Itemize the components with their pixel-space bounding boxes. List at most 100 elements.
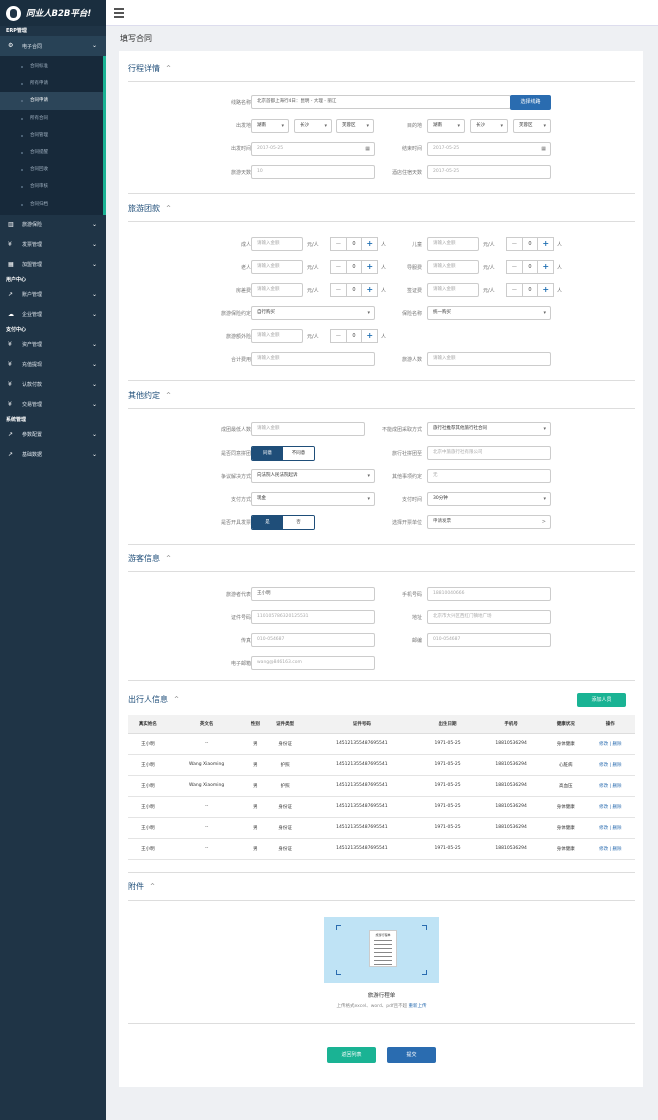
sidebar-subitem[interactable]: 合同管理 [0, 127, 103, 144]
origin-city-select[interactable]: 长沙 [294, 119, 332, 133]
end-label: 结束时间 [401, 146, 422, 152]
extra-amount-input[interactable]: 请输入金额 [251, 329, 303, 343]
unit-select[interactable]: 申请发票 > [427, 515, 551, 529]
sidebar-item[interactable]: ↗ 账户管理 ⌄ [0, 285, 106, 305]
sidebar-item[interactable]: ¥ 资产管理 ⌄ [0, 335, 106, 355]
guest-section-title[interactable]: 游客信息 ^ [128, 553, 171, 564]
sidebar-item[interactable]: ¥ 充值提现 ⌄ [0, 355, 106, 375]
total-input[interactable]: 请输入金额 [251, 352, 375, 366]
ins-name-label: 保险名称 [401, 311, 422, 317]
dest-city-select[interactable]: 长沙 [470, 119, 508, 133]
email-input[interactable]: wang@846163.com [251, 656, 375, 670]
count-stepper[interactable]: —0 + [506, 283, 554, 297]
sidebar-item-label: 电子合同 [22, 43, 43, 50]
sidebar-subitem[interactable]: 合同标准 [0, 58, 103, 75]
add-traveler-button[interactable]: 添加人员 [577, 693, 626, 707]
table-cell: 男 [245, 733, 266, 755]
dispute-select[interactable]: 向法院人民法院起诉 [251, 469, 375, 483]
count-stepper[interactable]: —0 + [506, 237, 554, 251]
group-section-title[interactable]: 旅游团款 ^ [128, 203, 171, 214]
merge-toggle[interactable]: 同意 不同意 [251, 446, 315, 461]
fee-label: 房差费 [235, 288, 251, 294]
fee-amount-input[interactable]: 请输入金额 [251, 283, 303, 297]
select-route-button[interactable]: 选择线路 [510, 95, 551, 110]
table-cell: 王小明 [128, 817, 168, 839]
sidebar-subitem[interactable]: 合同归档 [0, 196, 103, 213]
table-row: 王小明 -- 男身份证 145121355487695541 1971-05-25 188… [128, 817, 635, 839]
fee-amount-input[interactable]: 请输入金额 [251, 237, 303, 251]
row-actions[interactable]: 修改 | 删除 [585, 733, 635, 755]
extra-count-stepper[interactable]: —0 + [330, 329, 378, 343]
sidebar-item[interactable]: ¥ 认款付款 ⌄ [0, 375, 106, 395]
table-cell: 护照 [265, 775, 305, 797]
fee-amount-input[interactable]: 请输入金额 [251, 260, 303, 274]
sidebar-subitem[interactable]: 合同申请 [0, 92, 103, 110]
sidebar-subitem[interactable]: 合同回收 [0, 161, 103, 178]
ins-name-select[interactable]: 统一购买 [427, 306, 551, 320]
reupload-link[interactable]: 重新上传 [409, 1004, 427, 1009]
insurance-select[interactable]: 自行购买 [251, 306, 375, 320]
table-cell: 145121355487695541 [305, 838, 419, 860]
origin-province-select[interactable]: 湖南 [251, 119, 289, 133]
id-input[interactable]: 110105786320125531 [251, 610, 375, 624]
zip-input[interactable]: 010-054687 [427, 633, 551, 647]
file-preview[interactable]: 旅游行程单 [324, 917, 439, 983]
people-input[interactable]: 请输入金额 [427, 352, 551, 366]
dest-province-select[interactable]: 湖南 [427, 119, 465, 133]
sidebar-item[interactable]: ▥ 旅游保险 ⌄ [0, 215, 106, 235]
trip-section-title[interactable]: 行程详情 ^ [128, 63, 171, 74]
merge-label: 是否同意拼团 [220, 451, 251, 457]
menu-toggle-icon[interactable] [114, 8, 124, 18]
fail-select[interactable]: 旅行社推荐其他旅行社合同 [427, 422, 551, 436]
sidebar-item[interactable]: ☁ 企业管理 ⌄ [0, 305, 106, 325]
sidebar-item-label: 账户管理 [22, 292, 43, 299]
table-cell: 18810536294 [476, 817, 546, 839]
pay-select[interactable]: 现金 [251, 492, 375, 506]
row-actions[interactable]: 修改 | 删除 [585, 796, 635, 818]
end-date-input[interactable]: 2017-05-25 ▦ [427, 142, 551, 156]
note-input[interactable]: 无 [427, 469, 551, 483]
paytime-label: 支付时间 [401, 497, 422, 503]
fee-amount-input[interactable]: 请输入金额 [427, 260, 479, 274]
phone-input[interactable]: 18810040666 [427, 587, 551, 601]
sidebar-subitem[interactable]: 合同提醒 [0, 144, 103, 161]
sidebar-item[interactable]: ↗ 基础数据 ⌄ [0, 445, 106, 465]
sidebar-subitem[interactable]: 合同审核 [0, 178, 103, 195]
attach-section-title[interactable]: 附件 ^ [128, 881, 155, 892]
fax-input[interactable]: 010-054687 [251, 633, 375, 647]
sidebar-item[interactable]: ⚙ 电子合同 ⌄ [0, 36, 106, 56]
agency-input[interactable]: 北京中旅旅行社有限公司 [427, 446, 551, 460]
sidebar-subitem[interactable]: 所有申请 [0, 75, 103, 92]
days-input[interactable]: 10 [251, 165, 375, 179]
yen-icon: ¥ [8, 340, 12, 348]
hotel-days-input[interactable]: 2017-05-25 [427, 165, 551, 179]
row-actions[interactable]: 修改 | 删除 [585, 817, 635, 839]
sidebar-item[interactable]: ¥ 发票管理 ⌄ [0, 235, 106, 255]
fee-amount-input[interactable]: 请输入金额 [427, 283, 479, 297]
paytime-select[interactable]: 30分钟 [427, 492, 551, 506]
row-actions[interactable]: 修改 | 删除 [585, 775, 635, 797]
count-stepper[interactable]: —0 + [506, 260, 554, 274]
sidebar-item[interactable]: ▦ 加盟管理 ⌄ [0, 255, 106, 275]
fee-amount-input[interactable]: 请输入金额 [427, 237, 479, 251]
min-input[interactable]: 请输入金额 [251, 422, 365, 436]
travelers-section-title[interactable]: 出行人信息 ^ [128, 694, 179, 705]
row-actions[interactable]: 修改 | 删除 [585, 754, 635, 776]
addr-input[interactable]: 北京市大兴区西红门镇地广场 [427, 610, 551, 624]
sidebar-item[interactable]: ↗ 参数配置 ⌄ [0, 425, 106, 445]
route-input[interactable]: 北京首都上海行4日：昆明 - 大理 - 丽江 [251, 95, 511, 109]
row-actions[interactable]: 修改 | 删除 [585, 838, 635, 860]
sidebar-item[interactable]: ¥ 交易管理 ⌄ [0, 395, 106, 415]
sidebar-subitem[interactable]: 所有合同 [0, 110, 103, 127]
invoice-toggle[interactable]: 是否 [251, 515, 315, 530]
depart-date-input[interactable]: 2017-05-25 ▦ [251, 142, 375, 156]
table-cell: 1971-05-25 [418, 817, 477, 839]
back-button[interactable]: 返回列表 [327, 1047, 376, 1063]
table-cell: 王小明 [128, 733, 168, 755]
dest-district-select[interactable]: 芙蓉区 [513, 119, 551, 133]
logo[interactable]: 同业人B2B平台! [0, 0, 106, 26]
submit-button[interactable]: 提交 [387, 1047, 436, 1063]
other-section-title[interactable]: 其他约定 ^ [128, 390, 171, 401]
table-cell: 145121355487695541 [305, 775, 419, 797]
rep-input[interactable]: 王小明 [251, 587, 375, 601]
